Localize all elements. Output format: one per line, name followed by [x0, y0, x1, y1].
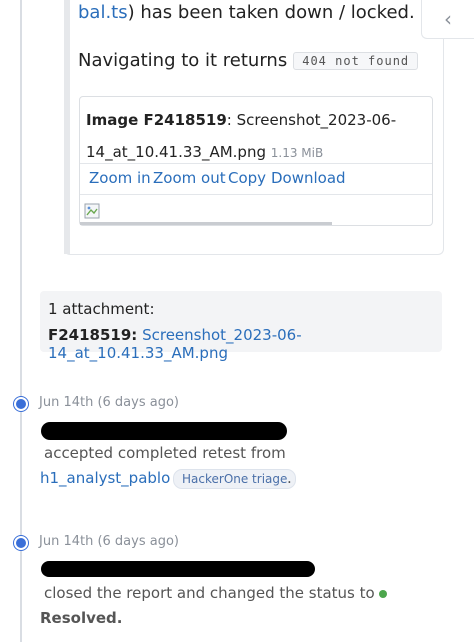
broken-image-icon[interactable]: [84, 203, 100, 219]
redacted-username: [41, 561, 315, 577]
event-status: Resolved.: [40, 609, 123, 627]
event-target-user-link[interactable]: h1_analyst_pablo: [40, 469, 170, 487]
copy-link[interactable]: Copy: [228, 169, 266, 187]
collapse-button[interactable]: ‹: [421, 0, 474, 39]
report-line-2: Navigating to it returns 404 not found: [78, 50, 419, 71]
quote-bar: [64, 0, 70, 254]
report-line-1: bal.ts) has been taken down / locked.: [78, 2, 415, 23]
event-action-text: closed the report and changed the status…: [44, 584, 375, 602]
status-dot-icon: [378, 589, 387, 598]
report-line-2-text: Navigating to it returns: [78, 50, 288, 71]
attachment-item: F2418519: Screenshot_2023-06-14_at_10.41…: [48, 326, 442, 362]
horizontal-scrollbar[interactable]: [80, 222, 332, 225]
image-size: 1.13 MiB: [270, 146, 324, 160]
timeline-dot: [14, 536, 28, 550]
attachments-panel: 1 attachment: F2418519: Screenshot_2023-…: [40, 291, 442, 362]
event-action: closed the report and changed the status…: [44, 584, 387, 602]
chevron-left-icon: ‹: [444, 7, 452, 31]
zoom-in-link[interactable]: Zoom in: [89, 169, 151, 187]
download-link[interactable]: Download: [271, 169, 346, 187]
image-actions: Zoom in Zoom out Copy Download: [80, 163, 432, 195]
timeline-dot: [14, 397, 28, 411]
event-date[interactable]: Jun 14th (6 days ago): [39, 395, 179, 410]
event-action: accepted completed retest from: [44, 444, 286, 462]
inline-code: 404 not found: [293, 51, 419, 70]
event-date[interactable]: Jun 14th (6 days ago): [39, 534, 179, 549]
image-title: Image F2418519: Screenshot_2023-06-14_at…: [86, 104, 426, 169]
event-suffix: .: [287, 469, 292, 487]
image-label: Image F2418519: [86, 111, 227, 129]
zoom-out-link[interactable]: Zoom out: [153, 169, 226, 187]
redacted-username: [41, 422, 287, 440]
report-line-1-text: ) has been taken down / locked.: [127, 2, 415, 23]
file-link[interactable]: bal.ts: [78, 2, 128, 23]
image-attachment-box: Image F2418519: Screenshot_2023-06-14_at…: [79, 96, 433, 226]
triage-badge: HackerOne triage: [173, 469, 297, 489]
attachments-count: 1 attachment:: [48, 300, 155, 318]
attachment-id: F2418519:: [48, 326, 138, 344]
